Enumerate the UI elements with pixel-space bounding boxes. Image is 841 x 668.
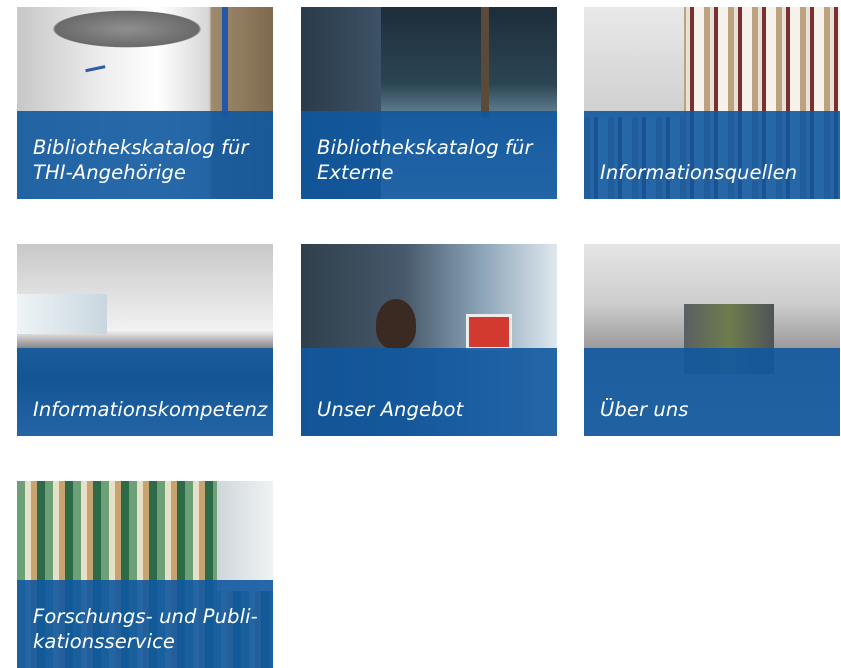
- tile-label: Unser Angebot: [317, 398, 464, 421]
- tile-overlay: [584, 348, 840, 436]
- tile-research-publication[interactable]: Forschungs- und Publi- kationsservice: [17, 481, 273, 668]
- tile-overlay: [17, 348, 273, 436]
- tile-label: Bibliothekskatalog für Externe: [317, 136, 533, 184]
- tile-information-sources[interactable]: Informationsquellen: [584, 7, 840, 199]
- tile-external-catalog[interactable]: Bibliothekskatalog für Externe: [301, 7, 557, 199]
- tile-label: Informationskompetenz: [33, 398, 268, 421]
- tile-overlay: [301, 348, 557, 436]
- page: { "tiles": [ {"id": "tile-thi-catalog", …: [0, 0, 841, 668]
- tile-label: Forschungs- und Publi- kationsservice: [33, 605, 258, 653]
- tile-label: Informationsquellen: [600, 161, 798, 184]
- tile-about-us[interactable]: Über uns: [584, 244, 840, 436]
- tile-information-competence[interactable]: Informationskompetenz: [17, 244, 273, 436]
- tile-thi-catalog[interactable]: Bibliothekskatalog für THI-Angehörige: [17, 7, 273, 199]
- tile-label: Bibliothekskatalog für THI-Angehörige: [33, 136, 249, 184]
- tile-overlay: [584, 111, 840, 199]
- tile-our-offer[interactable]: Unser Angebot: [301, 244, 557, 436]
- tile-label: Über uns: [600, 398, 689, 421]
